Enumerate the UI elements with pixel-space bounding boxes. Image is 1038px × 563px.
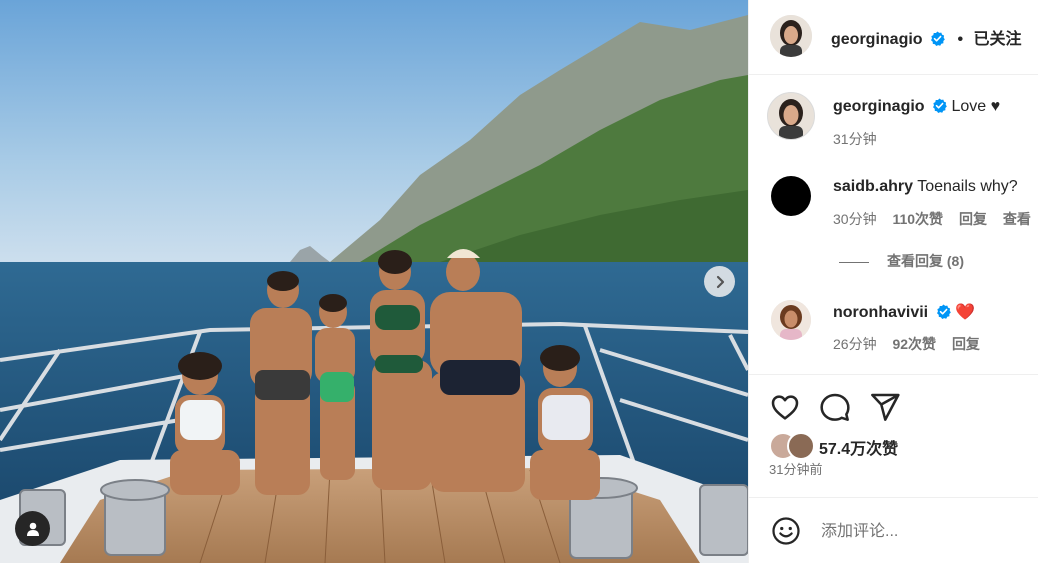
red-heart-emoji: ❤️ <box>955 304 975 321</box>
post-image <box>0 0 748 563</box>
comment-username[interactable]: georginagio <box>833 98 925 115</box>
comment-meta: 30分钟 110次赞 回复 查看 <box>833 209 1031 229</box>
comment-time: 30分钟 <box>833 211 877 227</box>
author-header: georginagio • 已关注 <box>831 25 1022 49</box>
author-avatar[interactable] <box>770 15 812 57</box>
author-avatar-image <box>770 15 812 57</box>
commenter-avatar[interactable] <box>771 300 811 340</box>
post-sidebar: georginagio • 已关注 georginagio Love ♥ 31分… <box>748 0 1038 563</box>
comment-reply-button[interactable]: 回复 <box>952 336 980 352</box>
comment-reply-button[interactable]: 回复 <box>959 211 987 227</box>
comment-line: saidb.ahry Toenails why? <box>833 178 1018 196</box>
comment-item: saidb.ahry Toenails why? 30分钟 110次赞 回复 查… <box>749 164 1038 244</box>
author-username[interactable]: georginagio <box>831 31 923 48</box>
verified-badge-icon <box>936 304 951 319</box>
comment-meta: 26分钟 92次赞 回复 <box>833 334 980 354</box>
smiley-icon[interactable] <box>771 516 801 546</box>
follow-separator: • <box>957 31 964 48</box>
comment-likes-button[interactable]: 92次赞 <box>892 336 936 352</box>
person-icon <box>26 522 39 536</box>
heart-emoji: ♥ <box>990 98 1001 115</box>
likes-count[interactable]: 57.4万次赞 <box>819 435 898 459</box>
comment-translate-button[interactable]: 查看 <box>1003 211 1031 227</box>
post-time: 31分钟前 <box>769 462 823 477</box>
liker-avatar <box>787 432 815 460</box>
comment-meta: 31分钟 <box>833 129 877 149</box>
commenter-avatar-image <box>771 300 811 340</box>
following-button[interactable]: 已关注 <box>974 31 1022 48</box>
heart-icon[interactable] <box>769 391 801 423</box>
comment-likes-button[interactable]: 110次赞 <box>892 211 943 227</box>
add-comment-bar <box>749 497 1038 563</box>
post-header: georginagio • 已关注 <box>749 0 1038 75</box>
comment-input[interactable] <box>819 518 1023 546</box>
verified-badge-icon <box>933 98 947 113</box>
send-icon[interactable] <box>869 391 901 423</box>
commenter-avatar[interactable] <box>771 176 811 216</box>
verified-badge-icon <box>931 31 945 46</box>
chevron-right-icon <box>716 275 724 288</box>
commenter-avatar[interactable] <box>767 92 815 140</box>
comment-line: georginagio Love ♥ <box>833 98 1000 116</box>
view-replies-button[interactable]: 查看回复 (8) <box>839 251 964 271</box>
carousel-next-button[interactable] <box>704 266 735 297</box>
commenter-avatar-image <box>768 93 814 139</box>
replies-divider <box>839 261 869 263</box>
tagged-users-button[interactable] <box>15 511 50 546</box>
comment-icon[interactable] <box>819 391 851 423</box>
comment-username[interactable]: noronhavivii <box>833 304 928 321</box>
comment-text: Toenails why? <box>917 178 1018 195</box>
comment-item: noronhavivii ❤️ 26分钟 92次赞 回复 <box>749 290 1038 374</box>
view-replies-label: 查看回复 (8) <box>887 253 964 269</box>
comment-username[interactable]: saidb.ahry <box>833 178 913 195</box>
comment-line: noronhavivii ❤️ <box>833 302 975 322</box>
post-photo[interactable] <box>0 0 748 563</box>
comment-text: Love <box>951 98 987 115</box>
caption-comment: georginagio Love ♥ 31分钟 <box>749 74 1038 164</box>
comment-time: 31分钟 <box>833 131 877 147</box>
comment-time: 26分钟 <box>833 336 877 352</box>
